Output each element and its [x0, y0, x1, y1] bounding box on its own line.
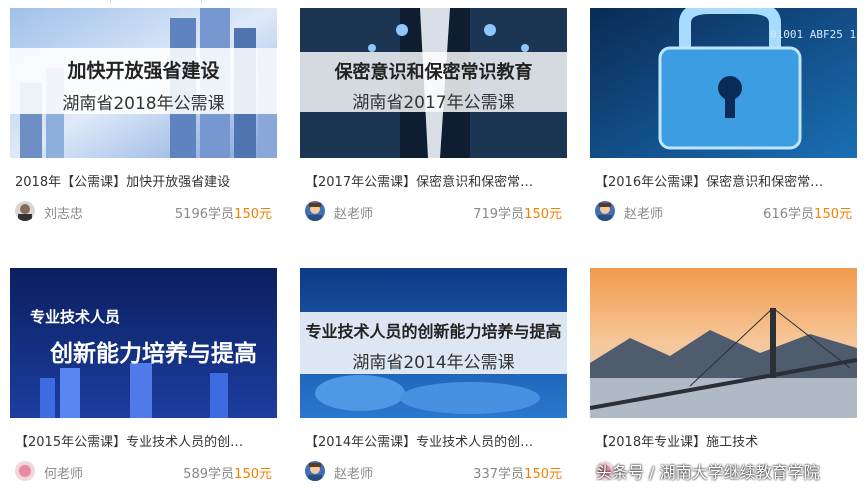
teacher-avatar-icon [305, 461, 325, 481]
banner-sub-text: 湖南省2014年公需课 [352, 353, 515, 373]
course-price: 150元 [814, 207, 852, 222]
student-count: 589学员 [183, 467, 234, 482]
course-card[interactable]: 01001 ABF25 18CE 137 【2016年公需课】保密意识和保密常…… [590, 8, 857, 238]
course-card[interactable]: 保密意识和保密常识教育 湖南省2017年公需课 【2017年公需课】保密意识和保… [300, 8, 567, 238]
tab-fragment [110, 0, 202, 3]
teacher-name: 赵老师 [334, 467, 374, 482]
student-count: 337学员 [473, 467, 524, 482]
bridge-sunset-image [590, 268, 857, 418]
course-title[interactable]: 【2017年公需课】保密意识和保密常… [305, 171, 560, 190]
course-title[interactable]: 【2016年公需课】保密意识和保密常… [595, 171, 850, 190]
banner-sub-text: 湖南省2017年公需课 [352, 93, 515, 113]
course-meta: 赵老师 719学员 150元 [305, 201, 567, 223]
course-thumbnail[interactable]: 专业技术人员的创新能力培养与提高 湖南省2014年公需课 [300, 268, 567, 418]
banner-main-text: 保密意识和保密常识教育 [334, 62, 533, 83]
course-title[interactable]: 【2014年公需课】专业技术人员的创… [305, 431, 560, 450]
teacher-name: 赵老师 [624, 207, 664, 222]
course-price: 150元 [524, 207, 562, 222]
course-thumbnail[interactable] [590, 268, 857, 418]
top-edge [0, 0, 867, 3]
course-title[interactable]: 【2015年公需课】专业技术人员的创… [15, 431, 270, 450]
course-title[interactable]: 2018年【公需课】加快开放强省建设 [15, 171, 270, 190]
student-count: 719学员 [473, 207, 524, 222]
banner-text-panel: 专业技术人员的创新能力培养与提高 湖南省2014年公需课 [300, 312, 567, 374]
teacher-name: 刘志忠 [44, 207, 84, 222]
course-thumbnail[interactable]: 01001 ABF25 18CE 137 [590, 8, 857, 158]
course-thumbnail[interactable]: 专业技术人员 创新能力培养与提高 [10, 268, 277, 418]
banner-sub-text: 湖南省2018年公需课 [62, 94, 225, 114]
course-card[interactable]: 专业技术人员的创新能力培养与提高 湖南省2014年公需课 【2014年公需课】专… [300, 268, 567, 498]
teacher-name: 何老师 [44, 467, 84, 482]
course-price: 150元 [524, 467, 562, 482]
banner-main-text: 专业技术人员 [30, 308, 121, 326]
course-thumbnail[interactable]: 保密意识和保密常识教育 湖南省2017年公需课 [300, 8, 567, 158]
student-count: 616学员 [763, 207, 814, 222]
course-meta: 刘志忠 5196学员 150元 [15, 201, 277, 223]
course-title[interactable]: 【2018年专业课】施工技术 [595, 431, 850, 450]
lock-code-text: 01001 ABF25 18CE 137 [770, 28, 857, 41]
banner-text-panel: 加快开放强省建设 湖南省2018年公需课 [10, 48, 277, 114]
student-count: 5196学员 [174, 207, 234, 222]
course-price: 150元 [234, 467, 272, 482]
padlock-icon: 01001 ABF25 18CE 137 [590, 8, 857, 158]
course-meta: 赵老师 337学员 150元 [305, 461, 567, 483]
course-meta: 何老师 589学员 150元 [15, 461, 277, 483]
teacher-avatar-icon [305, 201, 325, 221]
teacher-avatar-icon [595, 201, 615, 221]
course-card[interactable]: 专业技术人员 创新能力培养与提高 【2015年公需课】专业技术人员的创… 何老师… [10, 268, 277, 498]
teacher-name: 赵老师 [334, 207, 374, 222]
banner-sub-text: 创新能力培养与提高 [50, 341, 257, 367]
course-card[interactable]: 加快开放强省建设 湖南省2018年公需课 2018年【公需课】加快开放强省建设 … [10, 8, 277, 238]
course-thumbnail[interactable]: 加快开放强省建设 湖南省2018年公需课 [10, 8, 277, 158]
course-meta: 赵老师 616学员 150元 [595, 201, 857, 223]
banner-text-panel: 保密意识和保密常识教育 湖南省2017年公需课 [300, 52, 567, 113]
watermark-text: 头条号 / 湖南大学继续教育学院 [596, 463, 820, 482]
banner-main-text: 加快开放强省建设 [67, 60, 220, 82]
teacher-avatar-icon [15, 461, 35, 481]
teacher-avatar-icon [15, 201, 35, 221]
banner-main-text: 专业技术人员的创新能力培养与提高 [305, 322, 562, 341]
course-price: 150元 [234, 207, 272, 222]
